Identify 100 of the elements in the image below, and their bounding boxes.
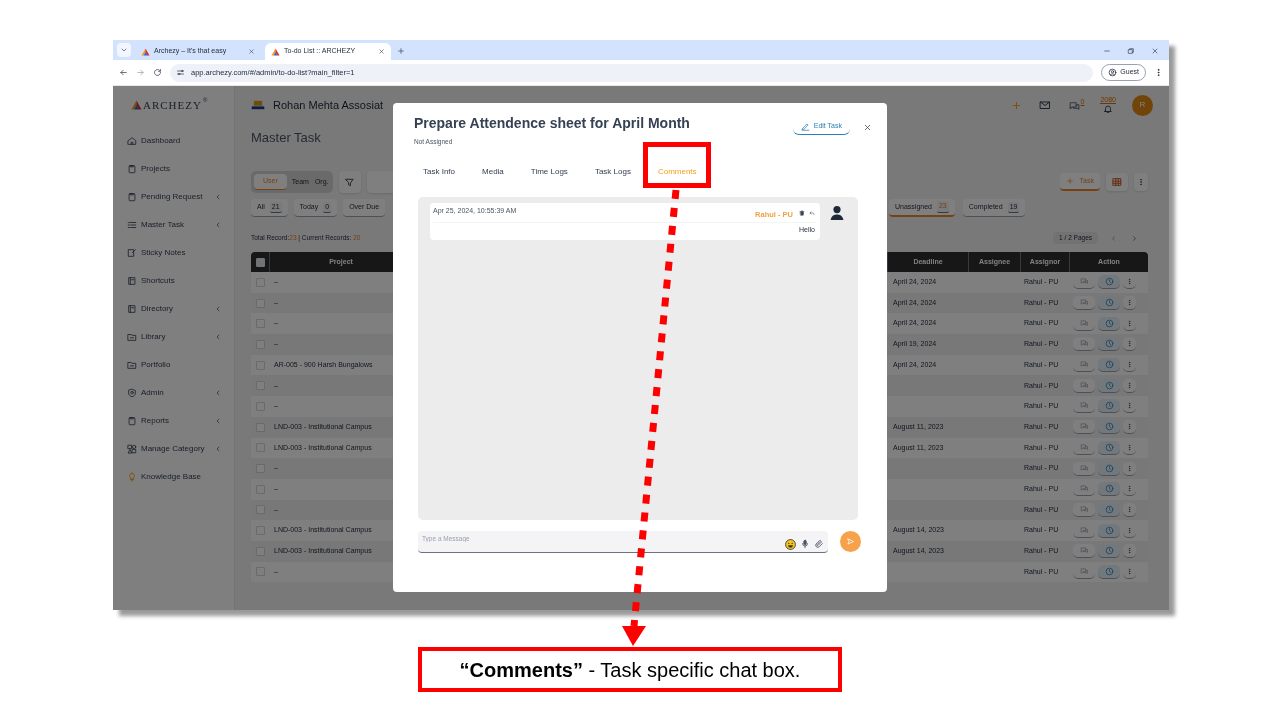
time-log-button[interactable] [1098,544,1120,559]
add-button[interactable] [1010,99,1022,111]
chevron-left-icon [214,193,222,201]
person-icon [1108,68,1118,77]
send-button[interactable] [840,531,861,553]
smiley-icon [785,538,796,550]
more-icon [1126,464,1133,472]
logo-icon [141,47,150,56]
sidebar-item[interactable]: Projects [113,155,234,183]
sidebar-item[interactable]: Sticky Notes [113,239,234,267]
comments-button[interactable] [1073,358,1095,373]
row-more-button[interactable] [1123,544,1136,559]
more-button[interactable] [1134,173,1148,191]
row-more-button[interactable] [1123,399,1136,414]
chat-bubbles-icon [1079,442,1089,452]
row-more-button[interactable] [1123,461,1136,476]
time-log-button[interactable] [1098,461,1120,476]
new-tab-button[interactable] [395,45,407,57]
time-log-button[interactable] [1098,296,1120,311]
sidebar-item[interactable]: Shortcuts [113,267,234,295]
bell-icon [1102,104,1115,114]
more-icon [1137,178,1145,186]
comments-button[interactable] [1073,378,1095,393]
close-button[interactable] [862,122,872,132]
more-icon [1126,340,1133,348]
plus-icon [1065,177,1074,185]
dialog-tab[interactable]: Task Logs [594,165,631,178]
sidebar-item[interactable]: Library [113,323,234,351]
row-more-button[interactable] [1123,502,1136,517]
time-log-button[interactable] [1098,378,1120,393]
chat-bubbles-icon [1079,380,1089,390]
time-log-button[interactable] [1098,482,1120,497]
comments-button[interactable] [1073,296,1095,311]
clock-icon [1104,422,1114,432]
time-log-button[interactable] [1098,399,1120,414]
time-log-button[interactable] [1098,316,1120,331]
table-view-button[interactable] [1106,173,1128,191]
comments-button[interactable] [1073,502,1095,517]
sidebar-item[interactable]: Pending Request [113,183,234,211]
send-icon [846,537,855,547]
comments-button[interactable] [1073,544,1095,559]
dialog-tab[interactable]: Media [482,165,504,178]
comments-button[interactable] [1073,399,1095,414]
time-log-button[interactable] [1098,275,1120,290]
row-more-button[interactable] [1123,296,1136,311]
comments-button[interactable] [1073,420,1095,435]
paperclip-icon [814,539,824,550]
mail-button[interactable] [1037,99,1052,111]
highlight-frame [643,142,711,188]
sidebar-item[interactable]: Directory [113,295,234,323]
person-silhouette-icon [829,203,845,220]
time-log-button[interactable] [1098,440,1120,455]
time-log-button[interactable] [1098,420,1120,435]
sidebar-item[interactable]: Master Task [113,211,234,239]
filter-button[interactable] [338,171,361,193]
time-log-button[interactable] [1098,337,1120,352]
row-more-button[interactable] [1123,358,1136,373]
time-log-button[interactable] [1098,502,1120,517]
sidebar-item[interactable]: Admin [113,379,234,407]
comments-button[interactable] [1073,275,1095,290]
more-icon [1154,68,1163,77]
sidebar-item[interactable]: Dashboard [113,127,234,155]
sidebar-item[interactable]: Knowledge Base [113,463,234,491]
back-arrow-icon [119,68,128,77]
tab-search-button[interactable] [117,43,131,57]
comments-button[interactable] [1073,482,1095,497]
sidebar-item[interactable]: Reports [113,407,234,435]
clock-icon [1104,484,1114,494]
clock-icon [1104,298,1114,308]
sidebar-item[interactable]: Portfolio [113,351,234,379]
time-log-button[interactable] [1098,358,1120,373]
dialog-tab[interactable]: Task Info [423,165,455,178]
restore-icon [1127,47,1135,55]
dialog-tab[interactable]: Comments [657,165,697,178]
mail-icon [1037,99,1052,111]
row-more-button[interactable] [1123,337,1136,352]
close-icon [378,48,385,55]
dialog-tab[interactable]: Time Logs [530,165,568,178]
sidebar-item[interactable]: Manage Category [113,435,234,463]
comments-button[interactable] [1073,337,1095,352]
next-page-icon [1131,234,1138,242]
avatar-button[interactable]: R [1132,94,1153,116]
row-more-button[interactable] [1123,378,1136,393]
reply-button[interactable] [809,209,815,216]
house-icon [127,136,137,146]
clock-icon [1104,380,1114,390]
chevron-left-icon [214,445,222,453]
table-icon [1112,177,1122,187]
row-more-button[interactable] [1123,420,1136,435]
delete-button[interactable] [799,209,805,216]
forward-arrow-icon [136,68,145,77]
chevron-left-icon [214,417,222,425]
comments-button[interactable] [1073,461,1095,476]
time-log-button[interactable] [1098,523,1120,538]
select-all-checkbox[interactable] [255,257,265,267]
row-more-button[interactable] [1123,482,1136,497]
note-icon [127,248,137,258]
time-log-button[interactable] [1098,564,1120,579]
clock-icon [1104,504,1114,514]
row-more-button[interactable] [1123,275,1136,290]
